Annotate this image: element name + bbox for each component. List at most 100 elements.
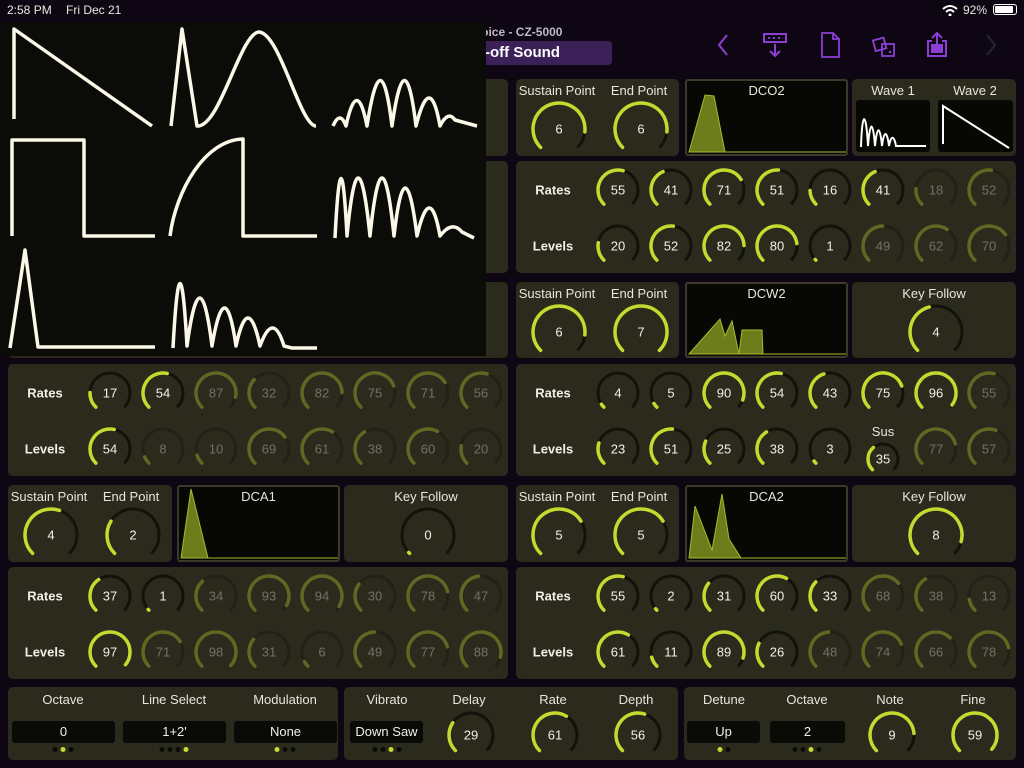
dco2-levels-knob-6[interactable]: 49 <box>859 222 907 270</box>
dca2-levels-knob-3[interactable]: 89 <box>700 628 748 676</box>
dca1-key-follow-knob[interactable]: 0 <box>398 505 458 565</box>
dcw2-rates-knob-7[interactable]: 96 <box>912 369 960 417</box>
wave2-button[interactable] <box>938 100 1013 152</box>
dcw2-end-point-knob[interactable]: 7 <box>611 302 671 362</box>
dca1-levels-knob-8[interactable]: 88 <box>457 628 505 676</box>
wave1-button[interactable] <box>856 100 930 152</box>
dcw1-rates-knob-4[interactable]: 32 <box>245 369 293 417</box>
dca2-rates-knob-3[interactable]: 31 <box>700 572 748 620</box>
wave-option-square[interactable] <box>2 134 162 242</box>
dcw2-levels-knob-6[interactable]: 35 <box>864 440 902 478</box>
dca2-levels-knob-4[interactable]: 26 <box>753 628 801 676</box>
dca1-levels-knob-6[interactable]: 49 <box>351 628 399 676</box>
chevron-right-icon[interactable] <box>976 30 1006 60</box>
dca1-levels-knob-5[interactable]: 6 <box>298 628 346 676</box>
dco2-levels-knob-4[interactable]: 80 <box>753 222 801 270</box>
octave-selector[interactable]: 0 <box>12 721 115 743</box>
dco2-levels-knob-5[interactable]: 1 <box>806 222 854 270</box>
dco2-rates-knob-2[interactable]: 41 <box>647 166 695 214</box>
dca1-levels-knob-4[interactable]: 31 <box>245 628 293 676</box>
dca2-rates-knob-7[interactable]: 38 <box>912 572 960 620</box>
dcw2-levels-knob-1[interactable]: 23 <box>594 425 642 473</box>
dco2-rates-knob-3[interactable]: 71 <box>700 166 748 214</box>
vibrato-rate-knob[interactable]: 61 <box>529 709 581 761</box>
wave-option-sawtooth[interactable] <box>2 24 162 132</box>
detune-selector[interactable]: Up <box>687 721 760 743</box>
dco2-levels-knob-1[interactable]: 20 <box>594 222 642 270</box>
dcw2-rates-knob-8[interactable]: 55 <box>965 369 1013 417</box>
dcw1-levels-knob-1[interactable]: 54 <box>86 425 134 473</box>
dca1-rates-knob-1[interactable]: 37 <box>86 572 134 620</box>
chevron-left-icon[interactable] <box>708 30 738 60</box>
dco2-rates-knob-1[interactable]: 55 <box>594 166 642 214</box>
modulation-selector[interactable]: None <box>234 721 337 743</box>
dca2-levels-knob-6[interactable]: 74 <box>859 628 907 676</box>
dcw2-levels-knob-2[interactable]: 51 <box>647 425 695 473</box>
detune-octave-selector[interactable]: 2 <box>770 721 845 743</box>
dca2-levels-knob-2[interactable]: 11 <box>647 628 695 676</box>
dcw1-rates-knob-2[interactable]: 54 <box>139 369 187 417</box>
share-icon[interactable] <box>922 30 952 60</box>
dco2-levels-knob-8[interactable]: 70 <box>965 222 1013 270</box>
vibrato-waveform-selector[interactable]: Down Saw <box>350 721 423 743</box>
wave-option-pulse[interactable] <box>166 24 326 132</box>
dca1-levels-knob-1[interactable]: 97 <box>86 628 134 676</box>
dca1-envelope-graph[interactable]: DCA1 <box>177 485 340 562</box>
vibrato-depth-knob[interactable]: 56 <box>612 709 664 761</box>
dcw2-rates-knob-2[interactable]: 5 <box>647 369 695 417</box>
wave-option-resonance-trapezoid[interactable] <box>166 244 326 352</box>
dca2-sustain-point-knob[interactable]: 5 <box>529 505 589 565</box>
dca2-rates-knob-8[interactable]: 13 <box>965 572 1013 620</box>
wave-option-saw-pulse[interactable] <box>166 134 326 242</box>
dcw2-rates-knob-1[interactable]: 4 <box>594 369 642 417</box>
dcw2-levels-knob-3[interactable]: 25 <box>700 425 748 473</box>
dco2-rates-knob-5[interactable]: 16 <box>806 166 854 214</box>
dca1-rates-knob-7[interactable]: 78 <box>404 572 452 620</box>
dco2-sustain-point-knob[interactable]: 6 <box>529 99 589 159</box>
wave-option-double-sine[interactable] <box>2 244 162 352</box>
keyboard-download-icon[interactable] <box>760 30 790 60</box>
dcw2-envelope-graph[interactable]: DCW2 <box>685 282 848 358</box>
dcw2-rates-knob-6[interactable]: 75 <box>859 369 907 417</box>
dcw1-levels-knob-4[interactable]: 69 <box>245 425 293 473</box>
dca2-rates-knob-2[interactable]: 2 <box>647 572 695 620</box>
dco2-envelope-graph[interactable]: DCO2 <box>685 79 848 156</box>
dca1-rates-knob-8[interactable]: 47 <box>457 572 505 620</box>
wave-option-resonance-triangle[interactable] <box>330 134 486 242</box>
dice-random-icon[interactable] <box>869 30 899 60</box>
dcw2-sustain-point-knob[interactable]: 6 <box>529 302 589 362</box>
line-select-selector[interactable]: 1+2' <box>123 721 226 743</box>
dco2-rates-knob-6[interactable]: 41 <box>859 166 907 214</box>
dcw2-rates-knob-5[interactable]: 43 <box>806 369 854 417</box>
dcw1-levels-knob-7[interactable]: 60 <box>404 425 452 473</box>
dcw1-rates-knob-8[interactable]: 56 <box>457 369 505 417</box>
dcw2-levels-knob-8[interactable]: 57 <box>965 425 1013 473</box>
dcw2-rates-knob-4[interactable]: 54 <box>753 369 801 417</box>
dcw1-levels-knob-3[interactable]: 10 <box>192 425 240 473</box>
dca2-rates-knob-1[interactable]: 55 <box>594 572 642 620</box>
dca1-levels-knob-7[interactable]: 77 <box>404 628 452 676</box>
new-document-icon[interactable] <box>815 30 845 60</box>
dca2-levels-knob-1[interactable]: 61 <box>594 628 642 676</box>
dcw1-rates-knob-1[interactable]: 17 <box>86 369 134 417</box>
dca1-rates-knob-5[interactable]: 94 <box>298 572 346 620</box>
dcw1-levels-knob-5[interactable]: 61 <box>298 425 346 473</box>
dcw2-levels-knob-4[interactable]: 38 <box>753 425 801 473</box>
dcw1-levels-knob-6[interactable]: 38 <box>351 425 399 473</box>
dca2-end-point-knob[interactable]: 5 <box>611 505 671 565</box>
dcw1-levels-knob-8[interactable]: 20 <box>457 425 505 473</box>
dco2-levels-knob-3[interactable]: 82 <box>700 222 748 270</box>
dca1-rates-knob-3[interactable]: 34 <box>192 572 240 620</box>
dca2-key-follow-knob[interactable]: 8 <box>906 505 966 565</box>
dcw1-levels-knob-2[interactable]: 8 <box>139 425 187 473</box>
dcw1-rates-knob-6[interactable]: 75 <box>351 369 399 417</box>
dca1-rates-knob-6[interactable]: 30 <box>351 572 399 620</box>
dcw2-levels-knob-7[interactable]: 77 <box>912 425 960 473</box>
fine-knob[interactable]: 59 <box>949 709 1001 761</box>
dca1-levels-knob-2[interactable]: 71 <box>139 628 187 676</box>
dca2-rates-knob-5[interactable]: 33 <box>806 572 854 620</box>
dcw1-rates-knob-5[interactable]: 82 <box>298 369 346 417</box>
voice-name-field[interactable]: -off Sound <box>470 41 612 65</box>
vibrato-delay-knob[interactable]: 29 <box>445 709 497 761</box>
dca2-levels-knob-8[interactable]: 78 <box>965 628 1013 676</box>
